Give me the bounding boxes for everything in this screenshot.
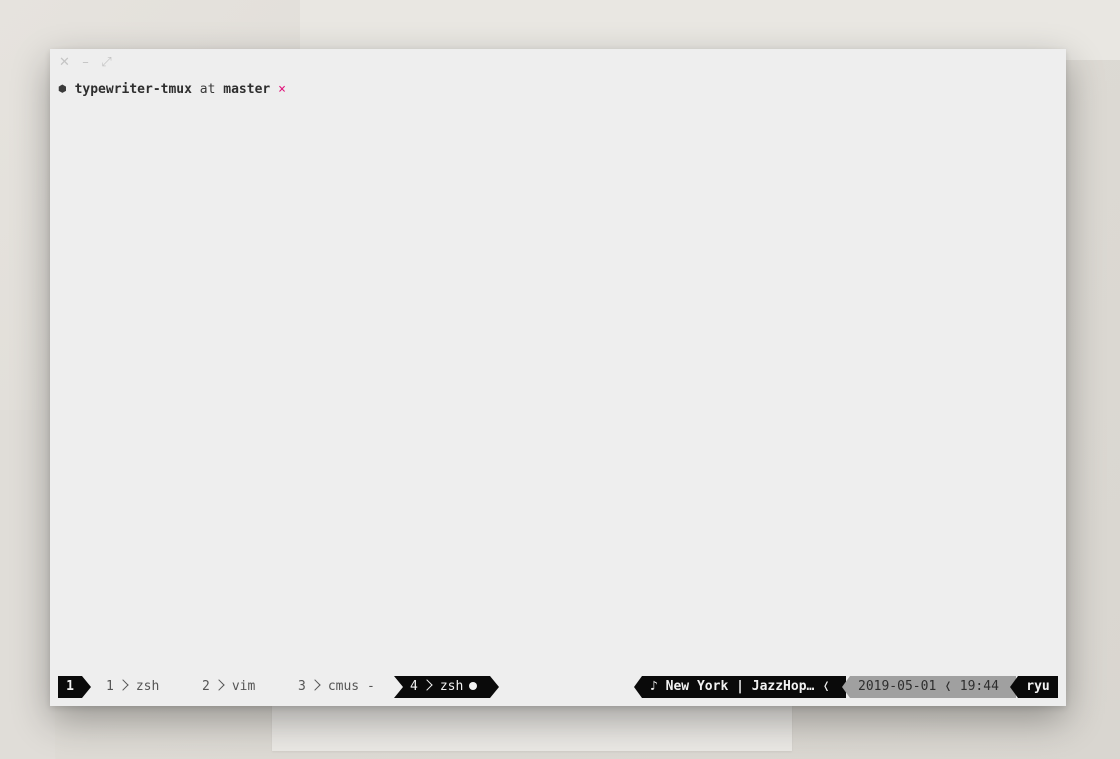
activity-dot-icon xyxy=(469,681,478,690)
titlebar: ✕ – ⤢ xyxy=(58,54,113,70)
chevron-right-icon xyxy=(421,679,433,691)
now-playing-arrow xyxy=(634,676,642,698)
window-name: zsh xyxy=(135,679,160,694)
prompt-at: at xyxy=(199,82,216,97)
window-tab-1[interactable]: 1 zsh xyxy=(106,676,159,698)
window-tab-3[interactable]: 3 cmus - xyxy=(298,676,375,698)
terminal-window[interactable]: ✕ – ⤢ ⬢ typewriter-tmux at master × 1 1 z… xyxy=(50,49,1066,706)
prompt-hexagon-icon: ⬢ xyxy=(58,84,67,95)
minimize-icon[interactable]: – xyxy=(79,56,92,69)
username: ryu xyxy=(1018,676,1058,698)
chevron-right-icon xyxy=(309,679,321,691)
time: 19:44 xyxy=(959,679,999,694)
window-name: vim xyxy=(231,679,256,694)
git-dirty-indicator: × xyxy=(278,82,286,97)
desk-paper-bottom xyxy=(272,705,792,751)
session-arrow xyxy=(82,676,91,698)
window-tab-4-active[interactable]: 4 zsh xyxy=(394,676,490,698)
now-playing-separator: ❬ xyxy=(822,679,831,694)
window-name: zsh xyxy=(439,679,464,694)
shell-prompt: ⬢ typewriter-tmux at master × xyxy=(58,82,286,97)
window-flag: - xyxy=(366,679,375,694)
session-index[interactable]: 1 xyxy=(58,676,82,698)
git-branch: master xyxy=(223,82,271,97)
window-index: 1 xyxy=(106,679,114,694)
now-playing[interactable]: ♪ New York | JazzHop… ❬ xyxy=(642,676,846,698)
now-playing-text: ♪ New York | JazzHop… xyxy=(650,679,815,694)
maximize-icon[interactable]: ⤢ xyxy=(100,56,113,69)
datetime-arrow xyxy=(842,676,850,698)
chevron-right-icon xyxy=(117,679,129,691)
close-icon[interactable]: ✕ xyxy=(58,56,71,69)
date-time-separator: ❬ xyxy=(944,679,952,694)
user-arrow xyxy=(1010,676,1018,698)
desk-paper-left xyxy=(0,410,55,759)
active-tab-arrow xyxy=(490,676,499,698)
tmux-status-bar: 1 1 zsh 2 vim 3 cmus - 4 zsh ♪ New York | Ja… xyxy=(58,676,1058,698)
window-name: cmus xyxy=(327,679,360,694)
window-index: 3 xyxy=(298,679,306,694)
window-index: 2 xyxy=(202,679,210,694)
window-index: 4 xyxy=(410,679,418,694)
date: 2019-05-01 xyxy=(858,679,937,694)
chevron-right-icon xyxy=(213,679,225,691)
datetime: 2019-05-01 ❬ 19:44 xyxy=(850,676,1016,698)
active-tab-notch xyxy=(394,676,403,698)
repo-name: typewriter-tmux xyxy=(74,82,192,97)
window-tab-2[interactable]: 2 vim xyxy=(202,676,255,698)
